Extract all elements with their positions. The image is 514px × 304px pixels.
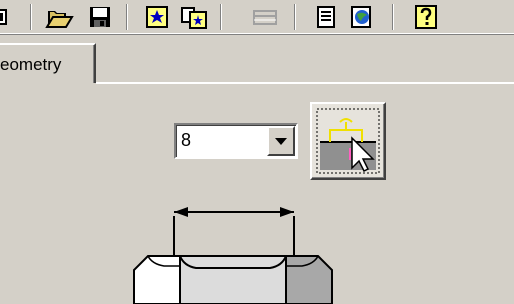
size-combo-box[interactable]: 8 — [174, 123, 298, 159]
pick-size-button[interactable] — [310, 102, 386, 180]
save-disk-icon[interactable] — [84, 2, 116, 32]
tab-strip-border — [96, 82, 514, 84]
pick-size-icon — [316, 108, 380, 174]
tab-label: eometry — [0, 55, 62, 74]
new-star-icon[interactable] — [140, 2, 172, 32]
partial-button-icon[interactable] — [0, 2, 14, 32]
toolbar-separator — [220, 4, 222, 30]
table-disabled-icon — [250, 2, 282, 32]
combo-dropdown-button[interactable] — [267, 126, 295, 156]
web-globe-icon[interactable] — [346, 2, 378, 32]
toolbar-separator — [126, 4, 128, 30]
hex-nut-icon — [133, 207, 333, 304]
toolbar-separator — [30, 4, 32, 30]
tab-geometry[interactable]: eometry — [0, 43, 96, 83]
toolbar-separator — [294, 4, 296, 30]
size-combo-value: 8 — [181, 130, 192, 150]
hex-nut-drawing — [0, 190, 514, 304]
tab-strip: eometry — [0, 35, 514, 95]
application-window: eometry 8 — [0, 0, 514, 304]
toolbar — [0, 0, 514, 35]
toolbar-separator — [392, 4, 394, 30]
document-icon[interactable] — [310, 2, 342, 32]
dialog-icon[interactable] — [178, 2, 210, 32]
help-icon[interactable] — [410, 2, 442, 32]
chevron-down-icon — [275, 138, 287, 145]
open-folder-icon[interactable] — [44, 2, 76, 32]
